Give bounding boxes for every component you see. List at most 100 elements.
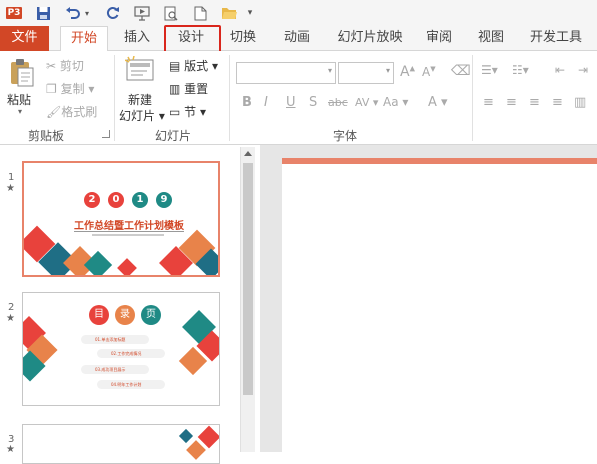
change-case-button[interactable]: Aa ▾ bbox=[383, 95, 408, 109]
design-tab-highlight-box bbox=[164, 25, 221, 54]
align-center-icon[interactable]: ≡ bbox=[506, 95, 517, 110]
slide-thumbnail-1[interactable]: 2 0 1 9 工作总结暨工作计划模板 bbox=[22, 161, 220, 277]
grow-font-label: A bbox=[400, 64, 410, 80]
bullets-icon[interactable]: ☰▾ bbox=[481, 63, 498, 77]
separator bbox=[229, 55, 230, 141]
ribbon-home: 粘贴 ▾ ✂ 剪切 ❐ 复制 ▾ 🖌格式刷 剪贴板 新建 幻灯片 ▾ ▤ 版式 … bbox=[0, 51, 597, 145]
tab-developer[interactable]: 开发工具 bbox=[522, 26, 590, 51]
tab-review[interactable]: 审阅 bbox=[418, 26, 460, 51]
character-spacing-button[interactable]: AV ▾ bbox=[355, 96, 378, 109]
paste-button-label[interactable]: 粘贴 bbox=[7, 91, 31, 108]
digit-circle: 2 bbox=[84, 192, 100, 208]
font-name-dropdown[interactable]: ▾ bbox=[236, 62, 336, 84]
layout-label: 版式 bbox=[184, 59, 209, 73]
clipboard-dialog-launcher-icon[interactable] bbox=[102, 130, 110, 138]
new-slide-icon[interactable] bbox=[124, 55, 157, 86]
slide-thumbnail-2[interactable]: 目 录 页 01.单击添加标题 02.工作完成情况 03.成功项目展示 04.明… bbox=[22, 292, 220, 406]
paste-dropdown-icon[interactable]: ▾ bbox=[18, 107, 22, 116]
align-left-icon[interactable]: ≡ bbox=[483, 95, 494, 110]
toc-item: 04.明年工作计划 bbox=[97, 380, 165, 389]
new-slide-label-line2: 幻灯片 bbox=[119, 109, 156, 123]
customize-toolbar-icon[interactable]: ▾ bbox=[244, 3, 256, 23]
case-label: Aa bbox=[383, 95, 399, 109]
title-underline bbox=[74, 231, 184, 232]
shadow-button[interactable]: S bbox=[309, 95, 317, 110]
tab-view[interactable]: 视图 bbox=[470, 26, 512, 51]
current-slide-canvas[interactable] bbox=[282, 158, 597, 452]
paste-icon[interactable] bbox=[9, 58, 35, 88]
toc-item: 02.工作完成情况 bbox=[97, 349, 165, 358]
copy-button[interactable]: ❐ 复制 ▾ bbox=[46, 80, 94, 97]
save-icon[interactable] bbox=[32, 3, 54, 23]
shrink-font-button[interactable]: A▼ bbox=[422, 65, 436, 79]
underline-button[interactable]: U bbox=[286, 95, 296, 110]
tab-insert[interactable]: 插入 bbox=[116, 26, 158, 51]
new-slide-button[interactable]: 幻灯片 ▾ bbox=[119, 107, 165, 124]
toc-item: 01.单击添加标题 bbox=[81, 335, 149, 344]
reset-label: 重置 bbox=[184, 82, 209, 96]
animation-star-icon: ★ bbox=[6, 444, 15, 455]
strikethrough-button[interactable]: abc bbox=[328, 96, 348, 109]
print-preview-icon[interactable] bbox=[160, 3, 180, 23]
new-document-icon[interactable] bbox=[190, 3, 210, 23]
align-right-icon[interactable]: ≡ bbox=[529, 95, 540, 110]
tab-file[interactable]: 文件 bbox=[0, 26, 49, 51]
format-painter-button[interactable]: 🖌格式刷 bbox=[46, 103, 97, 120]
copy-label: 复制 bbox=[60, 82, 85, 96]
tab-slideshow[interactable]: 幻灯片放映 bbox=[330, 26, 410, 51]
scroll-thumb[interactable] bbox=[243, 163, 253, 395]
open-folder-icon[interactable] bbox=[218, 3, 240, 23]
layout-button[interactable]: ▤ 版式 ▾ bbox=[169, 57, 218, 74]
digit-circle: 0 bbox=[108, 192, 124, 208]
slide-number: 1 bbox=[8, 172, 15, 183]
clipboard-group-label: 剪贴板 bbox=[28, 129, 65, 143]
quick-access-toolbar: P3 ▾ ▾ bbox=[0, 0, 597, 26]
undo-dropdown-icon[interactable]: ▾ bbox=[82, 3, 92, 23]
justify-icon[interactable]: ≡ bbox=[552, 95, 563, 110]
digit-circle: 9 bbox=[156, 192, 172, 208]
decrease-indent-icon[interactable]: ⇤ bbox=[555, 63, 565, 77]
bold-button[interactable]: B bbox=[242, 95, 252, 110]
tab-home[interactable]: 开始 bbox=[60, 26, 108, 52]
numbering-icon[interactable]: ☷▾ bbox=[512, 63, 529, 77]
slideshow-icon[interactable] bbox=[132, 3, 152, 23]
animation-star-icon: ★ bbox=[6, 313, 15, 324]
separator bbox=[114, 55, 115, 141]
separator bbox=[472, 55, 473, 141]
cut-label: 剪切 bbox=[59, 59, 84, 73]
toc-heading-circle: 目 bbox=[89, 305, 109, 325]
new-slide-label-line1[interactable]: 新建 bbox=[128, 91, 152, 108]
font-group-label: 字体 bbox=[333, 129, 358, 143]
clear-formatting-icon[interactable]: ⌫ bbox=[451, 63, 471, 79]
columns-icon[interactable]: ▥ bbox=[574, 95, 586, 110]
slide-title: 工作总结暨工作计划模板 bbox=[74, 221, 184, 232]
thumbnail-scrollbar[interactable] bbox=[240, 147, 255, 452]
italic-button[interactable]: I bbox=[264, 95, 268, 110]
chevron-down-icon: ▾ bbox=[385, 66, 390, 75]
animation-star-icon: ★ bbox=[6, 183, 15, 194]
decor-square bbox=[117, 258, 137, 275]
slide-top-bar bbox=[282, 158, 597, 164]
toc-item: 03.成功项目展示 bbox=[81, 365, 149, 374]
increase-indent-icon[interactable]: ⇥ bbox=[578, 63, 588, 77]
redo-icon[interactable] bbox=[102, 3, 122, 23]
section-button[interactable]: ▭ 节 ▾ bbox=[169, 103, 206, 120]
digit-circle: 1 bbox=[132, 192, 148, 208]
grow-font-button[interactable]: A▲ bbox=[400, 64, 415, 80]
tab-animations[interactable]: 动画 bbox=[276, 26, 318, 51]
cut-button[interactable]: ✂ 剪切 bbox=[46, 57, 84, 74]
font-color-button[interactable]: A ▾ bbox=[428, 95, 448, 110]
reset-button[interactable]: ▥ 重置 bbox=[169, 80, 208, 97]
ribbon-tabs: 文件 开始 插入 设计 切换 动画 幻灯片放映 审阅 视图 开发工具 bbox=[0, 26, 597, 52]
scroll-up-arrow-icon[interactable] bbox=[244, 151, 252, 156]
tab-transitions[interactable]: 切换 bbox=[222, 26, 264, 51]
decor-square bbox=[178, 428, 194, 444]
app-icon-label: P3 bbox=[5, 7, 23, 19]
slides-group-label: 幻灯片 bbox=[155, 129, 192, 143]
chevron-down-icon: ▾ bbox=[327, 66, 332, 75]
toc-heading-circle: 页 bbox=[141, 305, 161, 325]
undo-icon[interactable] bbox=[62, 3, 82, 23]
shrink-font-label: A bbox=[422, 65, 431, 79]
font-size-dropdown[interactable]: ▾ bbox=[338, 62, 394, 84]
slide-thumbnail-3[interactable] bbox=[22, 424, 220, 464]
